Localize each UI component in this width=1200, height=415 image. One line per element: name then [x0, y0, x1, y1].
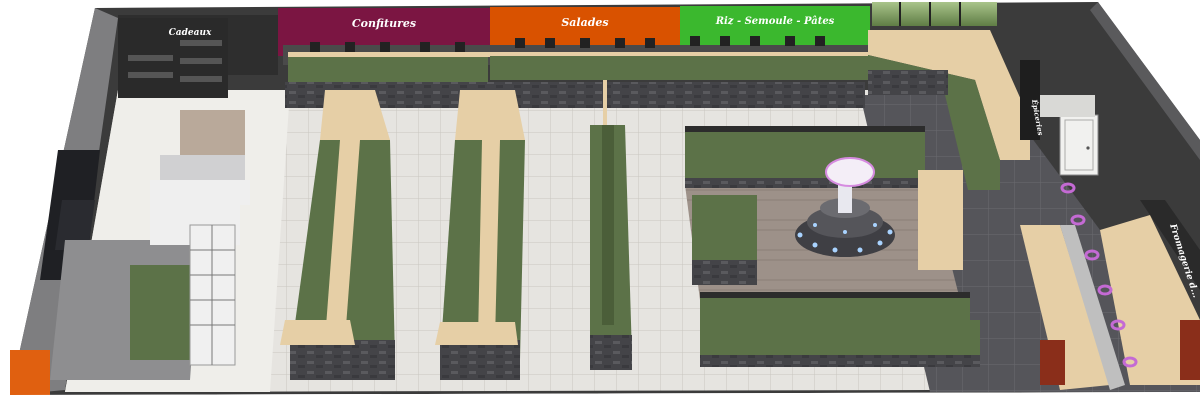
door[interactable]	[1059, 114, 1099, 176]
center-counter-top	[685, 126, 925, 188]
sign-riz-label: Riz - Semoule - Pâtes	[715, 16, 835, 27]
center-counter-bottom	[700, 292, 980, 367]
window	[872, 2, 997, 26]
sign-cadeaux-label: Cadeaux	[169, 28, 212, 38]
sign-salades-label: Salades	[561, 16, 608, 29]
sign-confitures-label: Confitures	[352, 17, 416, 30]
store-floorplan-3d: Confitures Salades Riz - Semoule - Pâtes…	[0, 0, 1200, 415]
